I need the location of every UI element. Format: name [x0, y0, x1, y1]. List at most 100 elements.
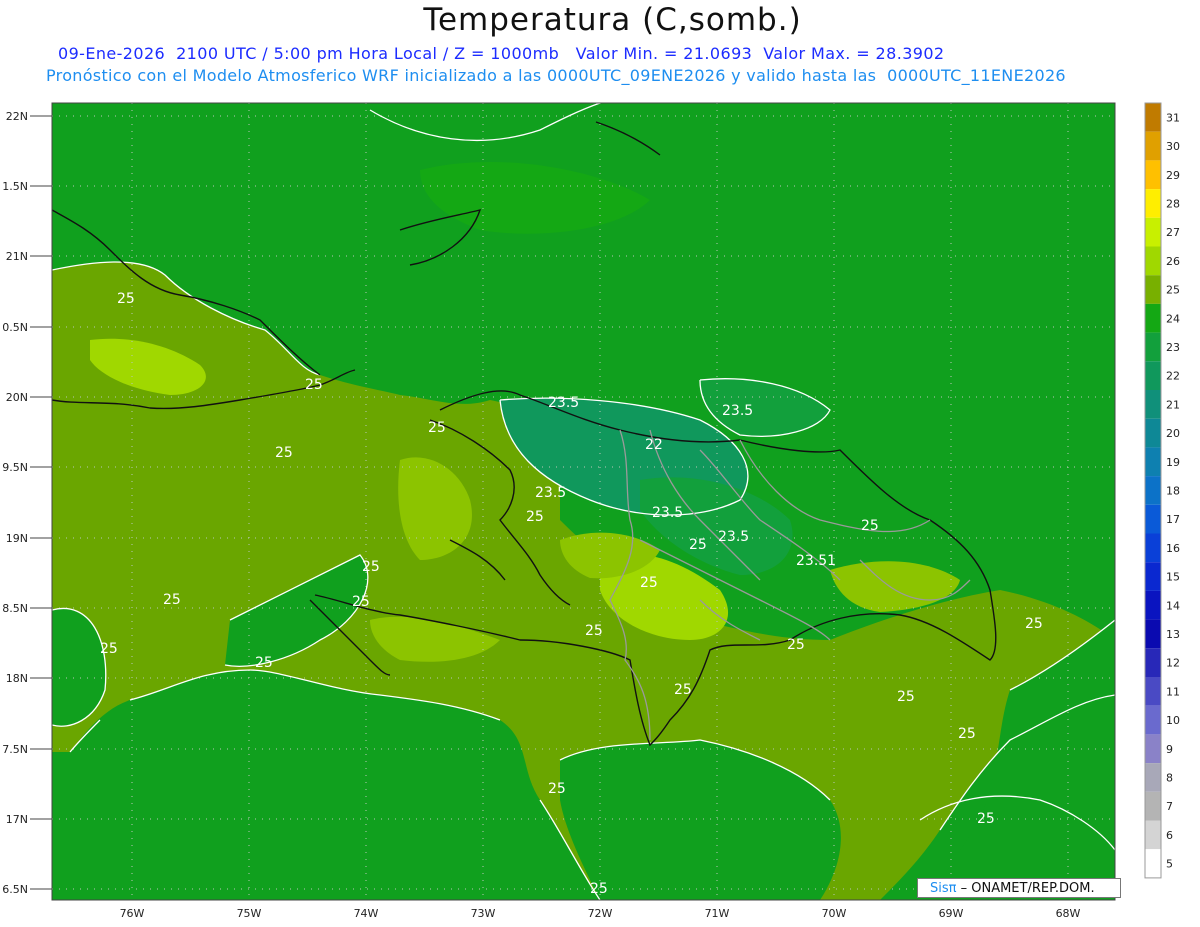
- colorbar-swatch: [1145, 763, 1161, 792]
- colorbar-swatch: [1145, 734, 1161, 764]
- contour-label: 23.5: [548, 395, 579, 411]
- lat-label: 9.5N: [2, 461, 28, 474]
- colorbar-swatch: [1145, 160, 1161, 190]
- lat-label: 17N: [6, 813, 28, 826]
- contour-label: 25: [163, 592, 181, 608]
- colorbar-swatch: [1145, 418, 1161, 448]
- lon-label: 75W: [237, 907, 262, 920]
- contour-label: 25: [305, 377, 323, 393]
- colorbar-label: 30: [1166, 140, 1180, 153]
- colorbar-swatch: [1145, 246, 1161, 276]
- colorbar: 31 30 29 28 27 26 25 24 23 22 21 20 19 18 17 16 15 14 13 12…: [1144, 102, 1180, 879]
- colorbar-label: 10: [1166, 714, 1180, 727]
- colorbar-label: 31: [1166, 111, 1180, 124]
- longitude-axis: 76W 75W 74W 73W 72W 71W 70W 69W 68W: [120, 907, 1081, 920]
- contour-label: 25: [428, 420, 446, 436]
- lat-label: 7.5N: [2, 743, 28, 756]
- lon-label: 72W: [588, 907, 613, 920]
- colorbar-swatch: [1145, 390, 1161, 419]
- contour-label: 25: [977, 811, 995, 827]
- colorbar-swatch: [1145, 476, 1161, 505]
- lat-label: 19N: [6, 532, 28, 545]
- lon-label: 76W: [120, 907, 145, 920]
- colorbar-label: 13: [1166, 628, 1180, 641]
- contour-label: 25: [1025, 616, 1043, 632]
- colorbar-label: 24: [1166, 312, 1180, 325]
- colorbar-swatch: [1145, 820, 1161, 850]
- colorbar-label: 14: [1166, 599, 1180, 612]
- credit-box: Sisπ – ONAMET/REP.DOM.: [917, 878, 1121, 898]
- credit-text: – ONAMET/REP.DOM.: [960, 881, 1095, 896]
- contour-label: 25: [352, 594, 370, 610]
- colorbar-label: 22: [1166, 370, 1180, 383]
- lon-label: 70W: [822, 907, 847, 920]
- colorbar-label: 26: [1166, 255, 1180, 268]
- contour-label: 25: [585, 623, 603, 639]
- lat-label: 8.5N: [2, 602, 28, 615]
- lat-label: 6.5N: [2, 883, 28, 896]
- colorbar-swatch: [1145, 275, 1161, 304]
- colorbar-label: 16: [1166, 542, 1180, 555]
- colorbar-label: 18: [1166, 484, 1180, 497]
- lon-label: 68W: [1056, 907, 1081, 920]
- contour-label: 23.5: [718, 529, 749, 545]
- colorbar-swatch: [1145, 217, 1161, 247]
- contour-label: 25: [117, 291, 135, 307]
- colorbar-swatch: [1145, 791, 1161, 821]
- colorbar-swatch: [1145, 705, 1161, 735]
- contour-label: 25: [897, 689, 915, 705]
- lat-label: 1.5N: [2, 180, 28, 193]
- colorbar-label: 28: [1166, 197, 1180, 210]
- contour-label: 23.5: [722, 403, 753, 419]
- contour-label: 25: [548, 781, 566, 797]
- colorbar-label: 11: [1166, 685, 1180, 698]
- colorbar-label: 29: [1166, 169, 1180, 182]
- temperature-map: 25 25 25 25 25 25 25 25 25 25 25 25 25 2…: [2, 102, 1180, 920]
- latitude-ticks: [30, 115, 52, 890]
- contour-label: 25: [958, 726, 976, 742]
- colorbar-label: 9: [1166, 743, 1173, 756]
- contour-label: 25: [787, 637, 805, 653]
- lon-label: 73W: [471, 907, 496, 920]
- contour-label: 25: [640, 575, 658, 591]
- lon-label: 74W: [354, 907, 379, 920]
- colorbar-swatch: [1145, 332, 1161, 362]
- lon-label: 71W: [705, 907, 730, 920]
- colorbar-swatch: [1145, 590, 1161, 620]
- contour-label: 23.5: [535, 485, 566, 501]
- contour-label: 22: [645, 437, 663, 453]
- contour-label: 25: [100, 641, 118, 657]
- colorbar-label: 21: [1166, 398, 1180, 411]
- contour-label: 25: [689, 537, 707, 553]
- colorbar-swatch: [1145, 562, 1161, 591]
- colorbar-swatch: [1145, 648, 1161, 677]
- colorbar-swatch: [1145, 677, 1161, 706]
- contour-label: 25: [362, 559, 380, 575]
- colorbar-swatch: [1145, 103, 1161, 132]
- colorbar-label: 6: [1166, 829, 1173, 842]
- lat-label: 22N: [6, 110, 28, 123]
- colorbar-swatch: [1145, 849, 1161, 878]
- colorbar-swatch: [1145, 303, 1161, 333]
- colorbar-swatch: [1145, 504, 1161, 534]
- lat-label: 18N: [6, 672, 28, 685]
- colorbar-swatch: [1145, 619, 1161, 649]
- colorbar-label: 17: [1166, 513, 1180, 526]
- lon-label: 69W: [939, 907, 964, 920]
- colorbar-label: 8: [1166, 771, 1173, 784]
- contour-label: 23.5: [652, 505, 683, 521]
- colorbar-swatch: [1145, 361, 1161, 390]
- lat-label: 20N: [6, 391, 28, 404]
- colorbar-label: 25: [1166, 284, 1180, 297]
- colorbar-label: 19: [1166, 456, 1180, 469]
- colorbar-swatch: [1145, 447, 1161, 477]
- colorbar-label: 15: [1166, 571, 1180, 584]
- colorbar-label: 12: [1166, 657, 1180, 670]
- colorbar-label: 7: [1166, 800, 1173, 813]
- contour-label: 25: [255, 655, 273, 671]
- latitude-axis: 22N 1.5N 21N 0.5N 20N 9.5N 19N 8.5N 18N …: [2, 110, 28, 896]
- colorbar-label: 23: [1166, 341, 1180, 354]
- contour-label: 23.51: [796, 553, 836, 569]
- colorbar-label: 5: [1166, 858, 1173, 871]
- credit-logo: Sisπ: [930, 881, 957, 896]
